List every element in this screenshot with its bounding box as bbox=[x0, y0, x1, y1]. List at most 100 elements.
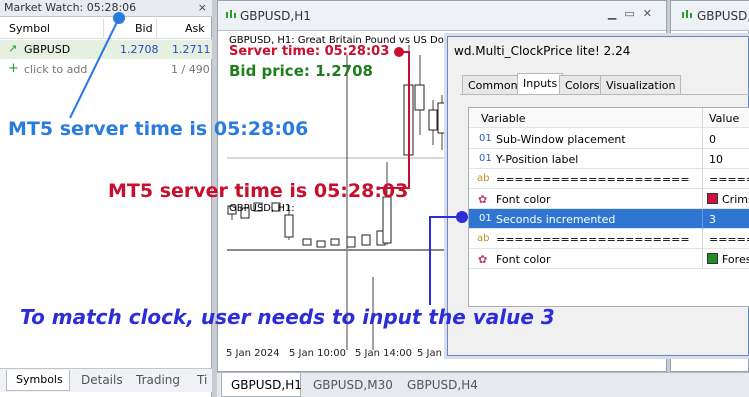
param-row[interactable]: 01 Y-Position label 10 bbox=[469, 149, 749, 169]
symbol-row-gbpusd[interactable]: ↗ GBPUSD 1.2708 1.2711 bbox=[0, 40, 212, 59]
param-value[interactable]: ===== bbox=[709, 173, 749, 186]
candle-body bbox=[382, 196, 392, 244]
tab-underline bbox=[460, 94, 749, 95]
chart-icon bbox=[682, 10, 692, 18]
column-divider bbox=[702, 209, 703, 229]
symbol-count: 1 / 490 bbox=[171, 63, 210, 76]
param-value[interactable]: Crims bbox=[722, 193, 749, 206]
candle-body bbox=[437, 102, 445, 134]
tab-common[interactable]: Common bbox=[462, 75, 524, 95]
param-row[interactable]: ab ===================== ===== bbox=[469, 169, 749, 189]
column-divider bbox=[103, 19, 104, 39]
server-time-label: Server time: 05:28:03 bbox=[229, 44, 390, 59]
tab-gbpusd-h1[interactable]: GBPUSD,H1 bbox=[221, 373, 302, 397]
column-divider bbox=[702, 249, 703, 269]
bid-price-label: Bid price: 1.2708 bbox=[229, 62, 373, 80]
grid-header: Variable Value bbox=[469, 108, 749, 128]
inputs-grid[interactable]: Variable Value 01 Sub-Window placement 0… bbox=[468, 107, 749, 307]
annotation-market-watch-time: MT5 server time is 05:28:06 bbox=[8, 118, 309, 140]
color-palette-icon: ✿ bbox=[478, 193, 488, 206]
candle-body bbox=[361, 234, 371, 246]
chart-window-titlebar: GBPUSD,H1 ▁▭✕ bbox=[218, 1, 666, 31]
tab-gbpusd-h4[interactable]: GBPUSD,H4 bbox=[407, 378, 478, 392]
param-name: Font color bbox=[496, 193, 551, 206]
column-variable: Variable bbox=[481, 112, 526, 125]
param-row[interactable]: ✿ Font color Crims bbox=[469, 189, 749, 209]
market-watch-tabs: Symbols Details Trading Ti bbox=[0, 368, 212, 392]
param-name: ===================== bbox=[496, 173, 690, 186]
tab-colors[interactable]: Colors bbox=[559, 75, 606, 95]
string-type-icon: ab bbox=[477, 233, 490, 244]
ask-value: 1.2711 bbox=[172, 43, 211, 56]
bid-value: 1.2708 bbox=[120, 43, 159, 56]
color-swatch[interactable] bbox=[707, 253, 718, 264]
tab-trading[interactable]: Trading bbox=[136, 373, 180, 387]
x-axis-label: 5 Jan 2024 bbox=[226, 348, 280, 359]
candle-body bbox=[330, 238, 340, 246]
add-symbol-row[interactable]: + click to add 1 / 490 bbox=[0, 60, 212, 79]
chart-icon bbox=[226, 10, 236, 18]
param-name: ===================== bbox=[496, 233, 690, 246]
param-name: Y-Position label bbox=[496, 153, 579, 166]
chart-window-titlebar: GBPUSD,H1 bbox=[671, 1, 749, 31]
column-ask[interactable]: Ask bbox=[185, 22, 205, 35]
add-symbol-label: click to add bbox=[24, 63, 88, 76]
int-type-icon: 01 bbox=[479, 133, 492, 144]
column-bid[interactable]: Bid bbox=[135, 22, 153, 35]
column-symbol[interactable]: Symbol bbox=[9, 22, 50, 35]
candle-body bbox=[346, 236, 356, 248]
candle-body bbox=[284, 214, 294, 238]
color-swatch[interactable] bbox=[707, 193, 718, 204]
tab-ticks[interactable]: Ti bbox=[197, 373, 207, 387]
column-divider bbox=[702, 129, 703, 149]
int-type-icon: 01 bbox=[479, 153, 492, 164]
tab-gbpusd-m30[interactable]: GBPUSD,M30 bbox=[313, 378, 393, 392]
candle-body bbox=[414, 84, 425, 111]
string-type-icon: ab bbox=[477, 173, 490, 184]
param-name: Font color bbox=[496, 253, 551, 266]
subwindow-title: GBPUSD, H1: bbox=[229, 203, 295, 214]
param-value[interactable]: Fores bbox=[722, 253, 749, 266]
column-value: Value bbox=[709, 112, 740, 125]
plus-icon: + bbox=[8, 61, 19, 76]
column-divider bbox=[702, 108, 703, 128]
candle-body bbox=[316, 240, 326, 248]
tab-visualization[interactable]: Visualization bbox=[600, 75, 682, 95]
param-value[interactable]: ===== bbox=[709, 233, 749, 246]
tab-inputs[interactable]: Inputs bbox=[517, 73, 564, 95]
param-row-selected[interactable]: 01 Seconds incremented 3 bbox=[469, 209, 749, 229]
tab-symbols[interactable]: Symbols bbox=[6, 370, 70, 391]
close-icon[interactable]: × bbox=[198, 1, 207, 14]
symbol-name: GBPUSD bbox=[24, 43, 71, 56]
param-value[interactable]: 3 bbox=[709, 213, 716, 226]
up-arrow-icon: ↗ bbox=[8, 42, 18, 55]
param-row[interactable]: ✿ Font color Fores bbox=[469, 249, 749, 269]
param-value[interactable]: 0 bbox=[709, 133, 716, 146]
window-controls[interactable]: ▁▭✕ bbox=[608, 7, 660, 20]
param-value[interactable]: 10 bbox=[709, 153, 723, 166]
column-divider bbox=[702, 169, 703, 189]
annotation-instruction: To match clock, user needs to input the … bbox=[20, 305, 555, 329]
param-name: Sub-Window placement bbox=[496, 133, 626, 146]
color-palette-icon: ✿ bbox=[478, 253, 488, 266]
chart-tabs-bar: GBPUSD,H1 GBPUSD,M30 GBPUSD,H4 bbox=[217, 372, 749, 397]
param-row[interactable]: ab ===================== ===== bbox=[469, 229, 749, 249]
param-name: Seconds incremented bbox=[496, 213, 616, 226]
x-axis-label: 5 Jan 10:00 bbox=[289, 348, 346, 359]
int-type-icon: 01 bbox=[479, 213, 492, 224]
x-axis-label: 5 Jan 14:00 bbox=[355, 348, 412, 359]
annotation-chart-time: MT5 server time is 05:28:03 bbox=[108, 180, 409, 202]
chart-window-title: GBPUSD,H1 bbox=[240, 9, 311, 23]
param-row[interactable]: 01 Sub-Window placement 0 bbox=[469, 129, 749, 149]
candle-body bbox=[428, 109, 438, 131]
market-watch-header: Symbol Bid Ask bbox=[0, 19, 212, 39]
column-divider bbox=[702, 149, 703, 169]
dialog-title: wd.Multi_ClockPrice lite! 2.24 bbox=[454, 44, 631, 58]
column-divider bbox=[702, 229, 703, 249]
column-divider bbox=[702, 189, 703, 209]
column-divider bbox=[156, 19, 157, 39]
candle-body bbox=[302, 238, 312, 246]
chart-window-title: GBPUSD,H1 bbox=[697, 9, 749, 23]
market-watch-title: Market Watch: 05:28:06 bbox=[0, 0, 212, 17]
tab-details[interactable]: Details bbox=[81, 373, 123, 387]
